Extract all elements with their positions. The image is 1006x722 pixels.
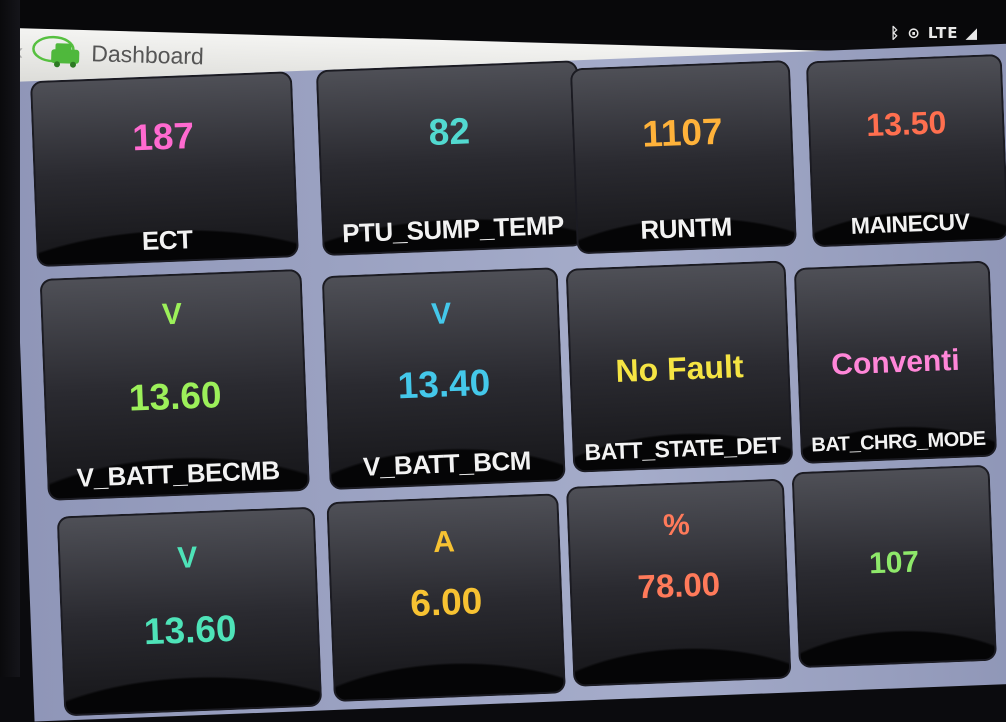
gauge-tile[interactable]: A 6.00 [326,493,566,703]
gauge-label: BAT_CHRG_MODE [810,427,986,457]
gauge-value: 13.60 [128,374,223,419]
gauge-tile[interactable]: 107 [791,464,997,669]
gauge-label: BATT_STATE_DET [584,431,782,466]
gauge-tile[interactable]: No Fault BATT_STATE_DET [565,260,794,473]
gauge-unit: V [176,541,199,575]
gauge-label: MAINECUV [850,208,970,239]
device-bezel [0,0,20,677]
gauge-label: V_BATT_BCM [362,445,532,482]
gauge-tile[interactable]: V 13.40 V_BATT_BCM [321,267,566,491]
gauge-label: RUNTM [639,211,733,245]
gauge-label: PTU_SUMP_TEMP [341,209,565,249]
signal-icon: ◢ [965,24,978,42]
gauge-value: 1107 [641,110,724,155]
gauge-tile[interactable]: 13.50 MAINECUV [805,53,1006,248]
gauge-unit: V [430,297,452,331]
gauge-tile[interactable]: 187 ECT [29,71,299,268]
gauge-tile[interactable]: 1107 RUNTM [569,60,797,255]
location-icon: ⊙ [907,24,921,42]
gauge-tile[interactable]: Conventi BAT_CHRG_MODE [793,260,998,464]
gauge-tile[interactable]: 82 PTU_SUMP_TEMP [315,60,585,257]
gauge-value: 107 [868,545,920,581]
gauge-value: No Fault [614,348,745,389]
gauge-unit: V [161,297,183,332]
gauge-tile[interactable]: V 13.60 [56,506,323,717]
gauge-value: Conventi [830,343,961,382]
car-logo-icon[interactable] [29,35,84,70]
gauge-value: 82 [427,110,471,153]
network-label: LTE [927,24,959,42]
gauge-unit: % [662,508,691,543]
gauge-value: 13.40 [396,361,491,407]
page-title: Dashboard [90,40,205,70]
gauge-tile[interactable]: V 13.60 V_BATT_BECMB [39,268,310,501]
gauge-label: V_BATT_BECMB [76,454,281,493]
gauge-grid: 187 ECT 82 PTU_SUMP_TEMP 1107 RUNTM 13.5… [10,43,1006,722]
gauge-value: 13.50 [865,104,947,144]
gauge-value: 13.60 [143,607,238,653]
status-icons: ᛒ ⊙ LTE ◢ [883,24,978,42]
gauge-unit: A [432,525,456,560]
bluetooth-icon: ᛒ [890,24,901,42]
gauge-value: 187 [131,114,195,159]
gauge-label: ECT [141,224,193,257]
gauge-tile[interactable]: % 78.00 [565,478,792,687]
gauge-value: 6.00 [409,580,484,625]
gauge-value: 78.00 [636,565,721,606]
